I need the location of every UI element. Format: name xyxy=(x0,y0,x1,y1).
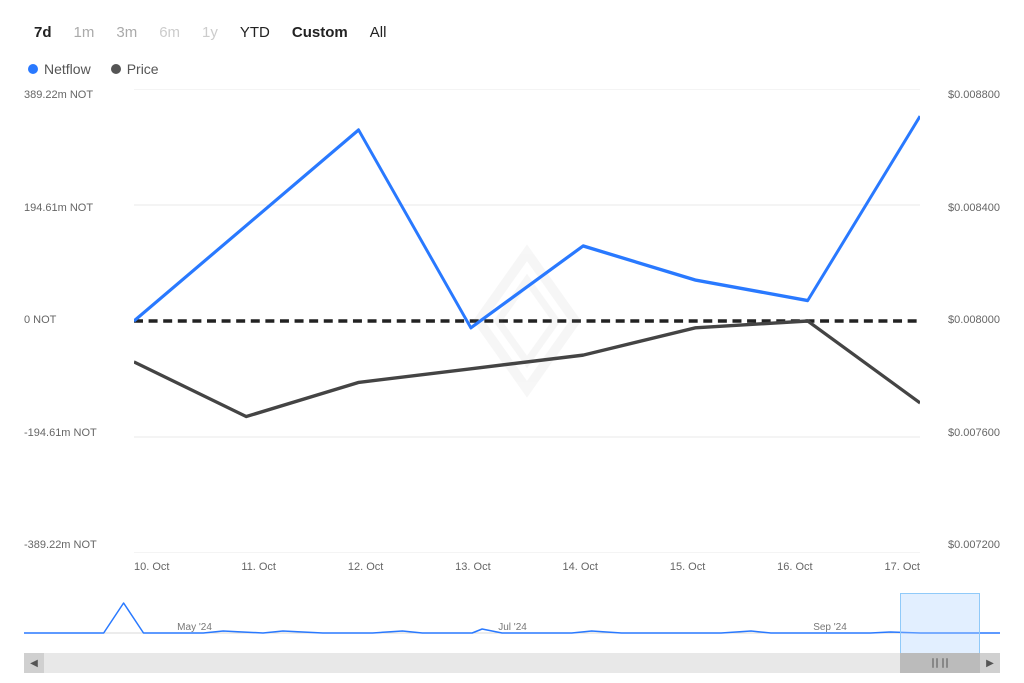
price-label: Price xyxy=(127,61,159,77)
y-left-3: -194.61m NOT xyxy=(24,427,134,439)
filter-3m[interactable]: 3m xyxy=(106,20,147,45)
scroll-right-button[interactable]: ▶ xyxy=(980,653,1000,673)
handle-bar-1 xyxy=(932,658,934,668)
filter-7d[interactable]: 7d xyxy=(24,20,62,45)
y-left-1: 194.61m NOT xyxy=(24,202,134,214)
mini-navigator: May '24 Jul '24 Sep '24 ◀ xyxy=(24,593,1000,673)
x-label-6: 16. Oct xyxy=(777,561,812,573)
chart-wrapper: 389.22m NOT 194.61m NOT 0 NOT -194.61m N… xyxy=(24,89,1000,593)
x-label-3: 13. Oct xyxy=(455,561,490,573)
legend-netflow: Netflow xyxy=(28,61,91,77)
y-left-4: -389.22m NOT xyxy=(24,539,134,551)
scroll-handle-right xyxy=(942,658,948,668)
time-filter-bar: 7d 1m 3m 6m 1y YTD Custom All xyxy=(24,20,1000,45)
main-chart-area: 389.22m NOT 194.61m NOT 0 NOT -194.61m N… xyxy=(24,89,1000,593)
y-axis-right: $0.008800 $0.008400 $0.008000 $0.007600 … xyxy=(920,89,1000,553)
handle-bar-4 xyxy=(946,658,948,668)
scroll-track[interactable] xyxy=(44,653,980,673)
scroll-handle-left xyxy=(932,658,938,668)
y-left-2: 0 NOT xyxy=(24,314,134,326)
mini-nav-inner: May '24 Jul '24 Sep '24 xyxy=(24,593,1000,655)
x-label-1: 11. Oct xyxy=(241,561,276,573)
handle-bar-2 xyxy=(936,658,938,668)
y-right-0: $0.008800 xyxy=(920,89,1000,101)
x-label-5: 15. Oct xyxy=(670,561,705,573)
y-right-2: $0.008000 xyxy=(920,314,1000,326)
mini-date-labels: May '24 Jul '24 Sep '24 xyxy=(24,622,1000,633)
x-label-4: 14. Oct xyxy=(563,561,598,573)
mini-date-0: May '24 xyxy=(177,622,212,633)
mini-date-1: Jul '24 xyxy=(498,622,527,633)
chart-legend: Netflow Price xyxy=(24,61,1000,77)
navigator-highlight[interactable] xyxy=(900,593,980,655)
scroll-thumb[interactable] xyxy=(900,653,980,673)
x-label-2: 12. Oct xyxy=(348,561,383,573)
y-right-3: $0.007600 xyxy=(920,427,1000,439)
y-right-1: $0.008400 xyxy=(920,202,1000,214)
netflow-label: Netflow xyxy=(44,61,91,77)
price-line xyxy=(134,321,920,417)
netflow-line xyxy=(134,116,920,328)
main-container: 7d 1m 3m 6m 1y YTD Custom All Netflow Pr… xyxy=(0,0,1024,683)
x-label-0: 10. Oct xyxy=(134,561,169,573)
filter-custom[interactable]: Custom xyxy=(282,20,358,45)
filter-1m[interactable]: 1m xyxy=(64,20,105,45)
filter-1y: 1y xyxy=(192,20,228,45)
filter-6m: 6m xyxy=(149,20,190,45)
x-axis: 10. Oct 11. Oct 12. Oct 13. Oct 14. Oct … xyxy=(134,555,920,593)
mini-date-2: Sep '24 xyxy=(813,622,847,633)
filter-all[interactable]: All xyxy=(360,20,397,45)
scroll-left-button[interactable]: ◀ xyxy=(24,653,44,673)
scrollbar: ◀ ▶ xyxy=(24,653,1000,673)
filter-ytd[interactable]: YTD xyxy=(230,20,280,45)
y-right-4: $0.007200 xyxy=(920,539,1000,551)
handle-bar-3 xyxy=(942,658,944,668)
y-left-0: 389.22m NOT xyxy=(24,89,134,101)
x-label-7: 17. Oct xyxy=(884,561,919,573)
main-chart-svg xyxy=(134,89,920,553)
price-dot xyxy=(111,64,121,74)
legend-price: Price xyxy=(111,61,159,77)
netflow-dot xyxy=(28,64,38,74)
y-axis-left: 389.22m NOT 194.61m NOT 0 NOT -194.61m N… xyxy=(24,89,134,553)
chart-svg-container xyxy=(134,89,920,553)
